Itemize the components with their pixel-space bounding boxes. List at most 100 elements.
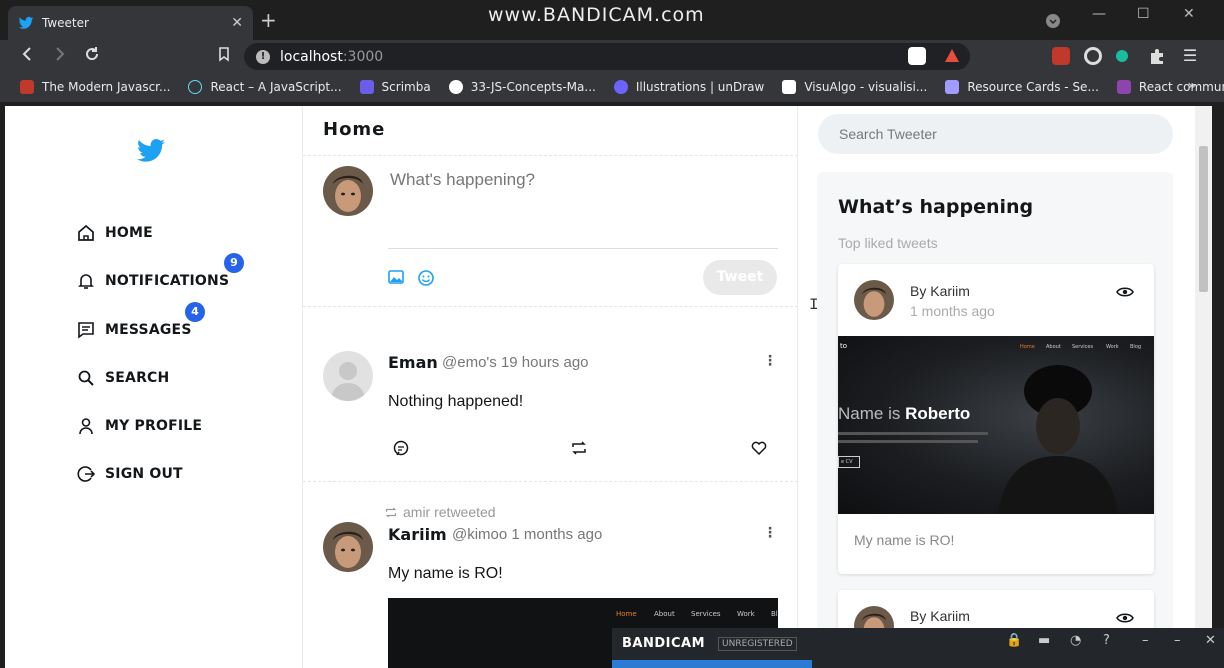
image-nav-text: Home bbox=[616, 610, 637, 618]
github-icon bbox=[448, 80, 463, 94]
lock-icon[interactable]: 🔒 bbox=[1006, 633, 1022, 648]
panel-heading: What’s happening bbox=[838, 196, 1034, 218]
trends-sidebar: Search Tweeter What’s happening Top like… bbox=[798, 106, 1188, 668]
visualgo-icon bbox=[782, 80, 797, 94]
bandicam-toolbar: BANDICAM UNREGISTERED 🔒 ▬ ◔ ? – – ✕ bbox=[612, 628, 1224, 668]
bookmark-item[interactable]: Scrimba bbox=[359, 80, 431, 94]
scrollbar-thumb[interactable] bbox=[1199, 146, 1208, 292]
tweet-button[interactable]: Tweet bbox=[703, 260, 777, 295]
bell-icon bbox=[78, 274, 94, 289]
bandicam-minimize-icon[interactable]: – bbox=[1142, 633, 1149, 648]
address-bar[interactable]: ! localhost:3000 bbox=[244, 43, 970, 70]
bookmark-item[interactable]: The Modern Javascr... bbox=[20, 80, 170, 94]
url-host: localhost bbox=[280, 48, 343, 65]
bookmark-item[interactable]: VisuAlgo - visualisi... bbox=[782, 80, 927, 94]
brave-shield-icon[interactable] bbox=[908, 47, 926, 65]
extension-record-icon[interactable] bbox=[1084, 47, 1102, 65]
tweet-meta: @kimoo 1 months ago bbox=[452, 526, 603, 543]
help-icon[interactable]: ? bbox=[1103, 633, 1110, 648]
tweet-author-name[interactable]: Kariim bbox=[388, 525, 447, 544]
tab-title: Tweeter bbox=[42, 16, 89, 30]
brave-rewards-icon[interactable] bbox=[943, 47, 961, 65]
sidebar-item-label: SEARCH bbox=[105, 370, 170, 386]
bookmark-label: Illustrations | unDraw bbox=[635, 80, 765, 94]
bookmark-label: VisuAlgo - visualisi... bbox=[804, 80, 928, 94]
minimize-icon[interactable]: — bbox=[1092, 6, 1106, 22]
menu-icon[interactable]: ☰ bbox=[1180, 46, 1200, 65]
more-options-icon[interactable]: ⋮ bbox=[763, 354, 777, 368]
bandicam-close-icon[interactable]: ✕ bbox=[1205, 633, 1216, 648]
tweet-avatar[interactable] bbox=[323, 351, 373, 401]
card-image: to Home About Services Work Blog Name is… bbox=[838, 336, 1154, 514]
info-icon[interactable]: ! bbox=[256, 49, 270, 64]
image-text-line bbox=[838, 440, 978, 443]
sidebar-item-label: NOTIFICATIONS bbox=[105, 273, 230, 289]
sidebar-item-my-profile[interactable]: MY PROFILE bbox=[77, 417, 202, 435]
emoji-icon[interactable] bbox=[418, 270, 434, 286]
tweet-author-name[interactable]: Eman bbox=[388, 353, 438, 372]
sidebar-item-search[interactable]: SEARCH bbox=[77, 369, 169, 387]
extensions-puzzle-icon[interactable] bbox=[1148, 47, 1166, 65]
bookmark-label: React – A JavaScript... bbox=[210, 80, 342, 94]
sidebar-item-sign-out[interactable]: SIGN OUT bbox=[77, 465, 183, 483]
bandicam-brand: BANDICAM bbox=[622, 636, 706, 651]
page-scrollbar[interactable] bbox=[1195, 106, 1212, 668]
browser-tab[interactable]: Tweeter ✕ bbox=[8, 6, 253, 40]
maximize-icon[interactable]: ☐ bbox=[1137, 6, 1150, 22]
tweet-avatar[interactable] bbox=[323, 522, 373, 572]
bookmark-icon[interactable] bbox=[214, 46, 234, 66]
tweet-meta: @emo's 19 hours ago bbox=[442, 354, 589, 371]
top-tweet-card[interactable]: By Kariim 1 months ago to Home About Ser… bbox=[838, 264, 1154, 574]
window-close-icon[interactable]: ✕ bbox=[1183, 6, 1195, 22]
image-nav-text: Bl bbox=[771, 610, 778, 618]
bookmark-item[interactable]: React community bbox=[1116, 80, 1224, 94]
search-input[interactable]: Search Tweeter bbox=[818, 114, 1173, 154]
image-upload-icon[interactable] bbox=[388, 270, 404, 284]
tab-close-icon[interactable]: ✕ bbox=[231, 15, 243, 31]
like-icon[interactable] bbox=[751, 441, 767, 455]
compose-divider bbox=[388, 248, 778, 249]
extension-teal-icon[interactable] bbox=[1116, 50, 1128, 62]
retweet-icon[interactable] bbox=[571, 441, 587, 455]
sidebar-item-notifications[interactable]: NOTIFICATIONS bbox=[77, 272, 229, 290]
composer-avatar[interactable] bbox=[323, 166, 373, 216]
sidebar: HOME NOTIFICATIONS 9 MESSAGES 4 SEARCH M… bbox=[5, 106, 303, 668]
eye-icon[interactable] bbox=[1116, 612, 1134, 624]
retweeted-label: amir retweeted bbox=[403, 504, 496, 520]
sidebar-item-home[interactable]: HOME bbox=[77, 224, 153, 242]
image-nav-text: Blog bbox=[1130, 344, 1142, 350]
twitter-favicon-icon bbox=[18, 16, 34, 29]
compose-input[interactable]: What's happening? bbox=[390, 170, 535, 190]
clock-icon[interactable]: ◔ bbox=[1070, 633, 1081, 648]
whats-happening-panel: What’s happening Top liked tweets By Kar… bbox=[817, 172, 1173, 668]
forward-icon[interactable] bbox=[50, 46, 70, 66]
eye-icon[interactable] bbox=[1116, 286, 1134, 298]
bookmark-label: 33-JS-Concepts-Ma... bbox=[470, 80, 596, 94]
twitter-logo-icon[interactable] bbox=[135, 138, 167, 166]
bandicam-watermark: www.BANDICAM.com bbox=[488, 4, 705, 26]
bookmarks-more-icon[interactable]: » bbox=[1187, 78, 1196, 94]
back-icon[interactable] bbox=[17, 46, 37, 66]
new-tab-button[interactable]: + bbox=[260, 10, 277, 30]
bookmark-item[interactable]: Resource Cards - Se... bbox=[945, 80, 1099, 94]
folder-icon[interactable]: ▬ bbox=[1038, 633, 1050, 648]
extension-red-icon[interactable] bbox=[1052, 47, 1070, 65]
more-options-icon[interactable]: ⋮ bbox=[763, 526, 777, 540]
resource-cards-icon bbox=[945, 80, 960, 94]
bookmarks-bar: The Modern Javascr... React – A JavaScri… bbox=[0, 72, 1224, 102]
bookmark-item[interactable]: 33-JS-Concepts-Ma... bbox=[448, 80, 596, 94]
message-icon bbox=[78, 322, 94, 339]
home-icon bbox=[78, 224, 94, 241]
card-caption: My name is RO! bbox=[854, 532, 955, 548]
sidebar-item-label: MY PROFILE bbox=[105, 418, 203, 434]
sidebar-item-messages[interactable]: MESSAGES bbox=[77, 321, 192, 339]
card-author: By Kariim bbox=[910, 283, 970, 299]
bookmark-item[interactable]: React – A JavaScript... bbox=[188, 80, 342, 94]
reload-icon[interactable] bbox=[82, 46, 102, 66]
card-author: By Kariim bbox=[910, 608, 970, 624]
bandicam-restore-icon[interactable]: – bbox=[1174, 633, 1181, 648]
profile-dropdown-icon[interactable] bbox=[1046, 14, 1060, 32]
tweet-text: My name is RO! bbox=[388, 565, 503, 582]
bookmark-item[interactable]: Illustrations | unDraw bbox=[613, 80, 765, 94]
comment-icon[interactable] bbox=[393, 440, 409, 456]
